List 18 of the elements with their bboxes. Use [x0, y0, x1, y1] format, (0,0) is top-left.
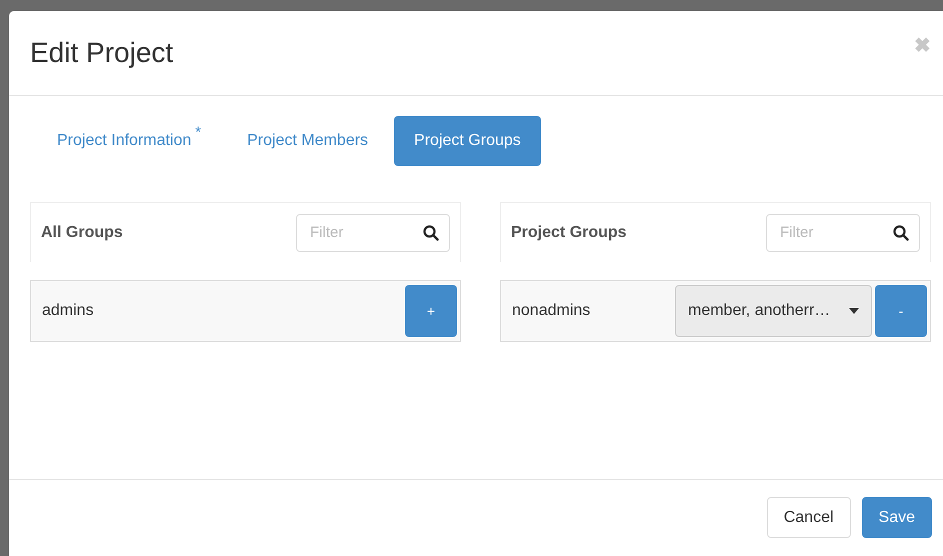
- role-dropdown[interactable]: member, anotherr…: [675, 285, 872, 337]
- group-name: admins: [42, 302, 95, 320]
- dialog-title: Edit Project: [30, 37, 174, 69]
- save-button[interactable]: Save: [862, 497, 932, 538]
- panel-title: All Groups: [41, 224, 123, 242]
- tab[interactable]: Project Members: [227, 116, 388, 166]
- tab[interactable]: Project Information *: [37, 116, 222, 166]
- remove-button[interactable]: -: [875, 285, 927, 337]
- caret-icon: [849, 308, 859, 314]
- tab[interactable]: Project Groups: [394, 116, 541, 166]
- cancel-button[interactable]: Cancel: [766, 497, 851, 538]
- panel-title: Project Groups: [511, 224, 627, 242]
- search-icon: [893, 224, 909, 240]
- filter-field[interactable]: Filter: [296, 214, 450, 252]
- group-name: nonadmins: [512, 302, 592, 320]
- search-icon: [423, 224, 439, 240]
- add-button[interactable]: +: [405, 285, 457, 337]
- filter-field[interactable]: Filter: [766, 214, 920, 252]
